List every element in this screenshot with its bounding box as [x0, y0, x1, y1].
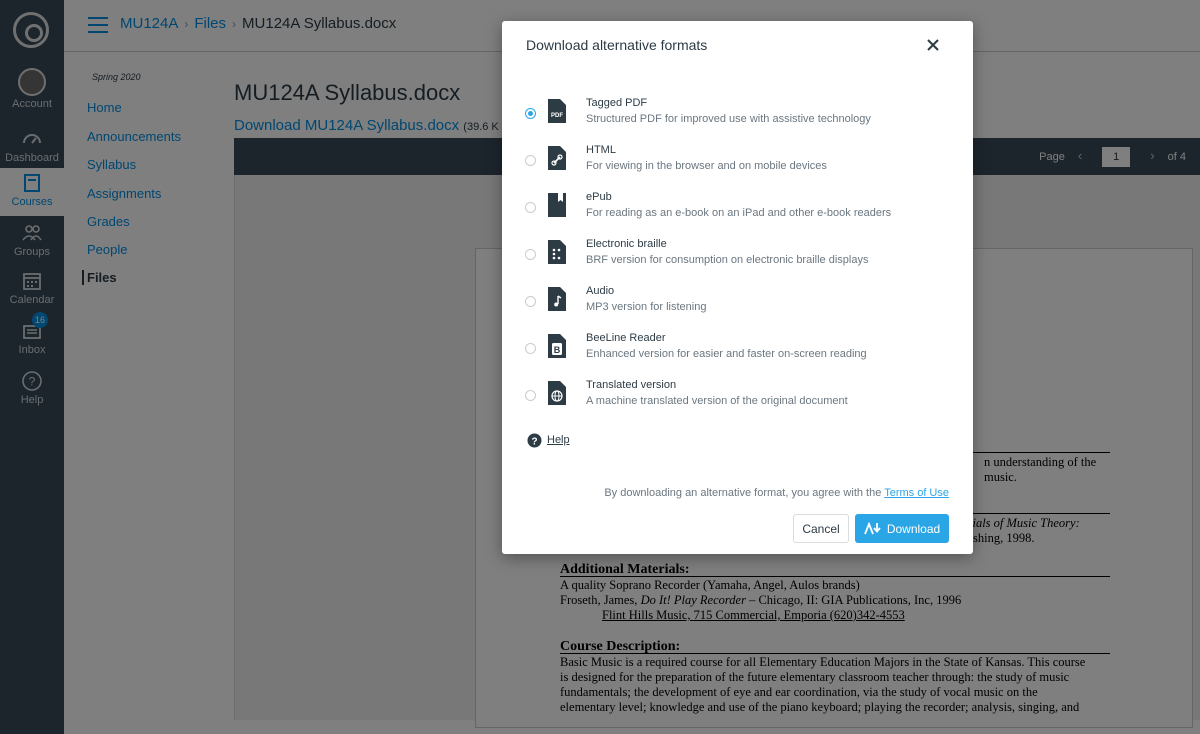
pdf-file-icon: PDF: [548, 99, 566, 123]
svg-text:?: ?: [531, 436, 537, 447]
terms-text: By downloading an alternative format, yo…: [604, 487, 885, 499]
download-button-label: Download: [886, 521, 941, 536]
terms-notice: By downloading an alternative format, yo…: [604, 487, 949, 499]
format-description: A machine translated version of the orig…: [586, 395, 848, 407]
format-name: Tagged PDF: [586, 97, 648, 109]
beeline-file-icon: B: [548, 334, 566, 358]
help-label[interactable]: Help: [547, 434, 570, 446]
accessible-download-icon: [863, 521, 882, 535]
cancel-button[interactable]: Cancel: [793, 514, 849, 543]
format-name: Electronic braille: [586, 238, 667, 250]
epub-bookmark-file-icon: [548, 193, 566, 217]
download-formats-dialog: Download alternative formats PDF Tagged …: [502, 21, 973, 554]
braille-file-icon: [548, 240, 566, 264]
audio-note-file-icon: [548, 287, 566, 311]
format-name: ePub: [586, 191, 612, 203]
format-description: Enhanced version for easier and faster o…: [586, 348, 867, 360]
radio-button[interactable]: [525, 390, 536, 401]
format-description: BRF version for consumption on electroni…: [586, 254, 869, 266]
format-option-beeline[interactable]: B BeeLine Reader Enhanced version for ea…: [522, 332, 952, 372]
format-description: For reading as an e-book on an iPad and …: [586, 207, 892, 219]
format-description: Structured PDF for improved use with ass…: [586, 113, 871, 125]
radio-button[interactable]: [525, 155, 536, 166]
question-circle-icon: ?: [527, 433, 542, 448]
format-option-tagged-pdf[interactable]: PDF Tagged PDF Structured PDF for improv…: [522, 97, 952, 137]
radio-button[interactable]: [525, 202, 536, 213]
format-option-html[interactable]: HTML For viewing in the browser and on m…: [522, 144, 952, 184]
format-option-braille[interactable]: Electronic braille BRF version for consu…: [522, 238, 952, 278]
pdf-icon-label: PDF: [551, 113, 563, 119]
format-name: HTML: [586, 144, 616, 156]
format-description: For viewing in the browser and on mobile…: [586, 160, 827, 172]
format-option-epub[interactable]: ePub For reading as an e-book on an iPad…: [522, 191, 952, 231]
format-name: Audio: [586, 285, 615, 297]
radio-button[interactable]: [525, 343, 536, 354]
format-option-translated[interactable]: Translated version A machine translated …: [522, 379, 952, 419]
format-description: MP3 version for listening: [586, 301, 707, 313]
format-option-audio[interactable]: Audio MP3 version for listening: [522, 285, 952, 325]
radio-button-selected[interactable]: [525, 108, 536, 119]
terms-of-use-link[interactable]: Terms of Use: [884, 487, 949, 499]
dialog-title: Download alternative formats: [526, 37, 708, 53]
radio-button[interactable]: [525, 296, 536, 307]
beeline-icon-label: B: [554, 345, 561, 355]
radio-button[interactable]: [525, 249, 536, 260]
html-link-file-icon: [548, 146, 566, 170]
globe-file-icon: [548, 381, 566, 405]
download-button[interactable]: Download: [855, 514, 949, 543]
close-icon[interactable]: [925, 37, 941, 53]
format-name: BeeLine Reader: [586, 332, 666, 344]
format-name: Translated version: [586, 379, 677, 391]
